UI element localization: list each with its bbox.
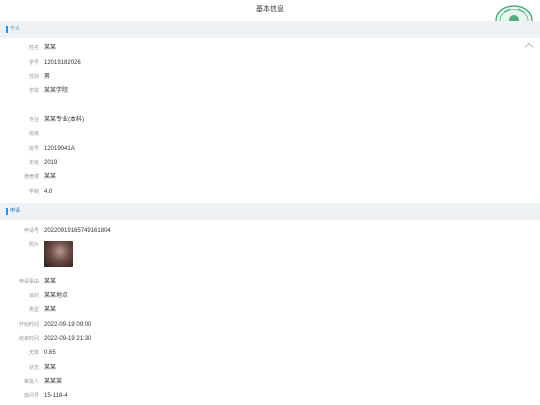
field-label: 结束时间 <box>18 336 39 342</box>
field-label: 类型 <box>28 307 39 313</box>
info-row: 专业 某某专业(本科) <box>0 113 540 127</box>
section-title: 个人 <box>10 26 21 32</box>
info-row: 房间号 15-118-4 <box>0 389 540 403</box>
field-label: 申请号 <box>23 228 39 234</box>
field-label: 状态 <box>28 365 39 371</box>
info-row: 性别 男 <box>0 70 540 84</box>
section-title: 申请 <box>10 208 21 214</box>
section-accent-bar <box>6 208 8 215</box>
section-accent-bar <box>6 26 8 33</box>
field-value: 20220919165749161804 <box>44 228 111 234</box>
field-label: 姓名 <box>28 45 39 51</box>
field-value: 15-118-4 <box>44 393 68 399</box>
field-label: 学院 <box>28 88 39 94</box>
field-label: 申请事由 <box>18 279 39 285</box>
info-row: 宿舍楼 某某 <box>0 170 540 184</box>
info-row: 申请号 20220919165749161804 <box>0 224 540 238</box>
page-title: 基本信息 <box>256 6 284 13</box>
field-value: 某某 <box>44 307 57 313</box>
info-row: 学院 某某学院 <box>0 84 540 98</box>
info-row: 班号 12019041A <box>0 142 540 156</box>
section-header-application: 申请 <box>0 203 540 220</box>
field-value: 2019 <box>44 160 58 166</box>
field-value: 12019182026 <box>44 60 81 66</box>
field-label: 学号 <box>28 60 39 66</box>
info-row: 结束时间 2022-09-19 21:30 <box>0 332 540 346</box>
field-value: 男 <box>44 74 51 80</box>
field-value: 0.65 <box>44 350 56 356</box>
info-row: 类型 某某 <box>0 303 540 317</box>
field-value: 某某 <box>44 365 57 371</box>
info-row: 照片 <box>0 238 540 252</box>
field-value: 某某学院 <box>44 88 69 94</box>
field-value: 12019041A <box>44 146 75 152</box>
field-label: 审批人 <box>23 379 39 385</box>
field-label: 年级 <box>28 160 39 166</box>
field-label: 天数 <box>28 350 39 356</box>
info-row: 状态 某某 <box>0 361 540 375</box>
field-label: 房间号 <box>23 393 39 399</box>
field-value: 2022-09-19 21:30 <box>44 336 92 342</box>
field-label: 班级 <box>28 131 39 137</box>
field-value: 某某专业(本科) <box>44 117 84 123</box>
field-label: 宿舍楼 <box>23 174 39 180</box>
applicant-photo[interactable] <box>44 241 73 267</box>
info-row: 年级 2019 <box>0 156 540 170</box>
info-row: 班级 <box>0 127 540 141</box>
field-value: 某某地点 <box>44 293 69 299</box>
field-label: 照片 <box>28 242 39 248</box>
info-row: 目的 某某地点 <box>0 289 540 303</box>
info-row: 开始时间 2022-09-19 09:00 <box>0 318 540 332</box>
field-value: 某某 <box>44 45 57 51</box>
field-value: 4.0 <box>44 189 53 195</box>
field-value: 某某 <box>44 174 57 180</box>
info-row: 学制 4.0 <box>0 185 540 199</box>
info-row: 天数 0.65 <box>0 346 540 360</box>
field-label: 班号 <box>28 146 39 152</box>
field-label: 目的 <box>28 293 39 299</box>
info-row: 学号 12019182026 <box>0 56 540 70</box>
info-row <box>0 99 540 113</box>
field-value: 某某 <box>44 279 57 285</box>
field-label: 专业 <box>28 117 39 123</box>
info-row: 申请事由 某某 <box>0 275 540 289</box>
info-row: 姓名 某某 <box>0 41 540 55</box>
field-label: 性别 <box>28 74 39 80</box>
info-row: 审批人 某某某 <box>0 375 540 389</box>
field-label: 开始时间 <box>18 322 39 328</box>
section-header-personal: 个人 <box>0 21 540 38</box>
field-value: 2022-09-19 09:00 <box>44 322 92 328</box>
field-value: 某某某 <box>44 379 63 385</box>
field-label: 学制 <box>28 189 39 195</box>
